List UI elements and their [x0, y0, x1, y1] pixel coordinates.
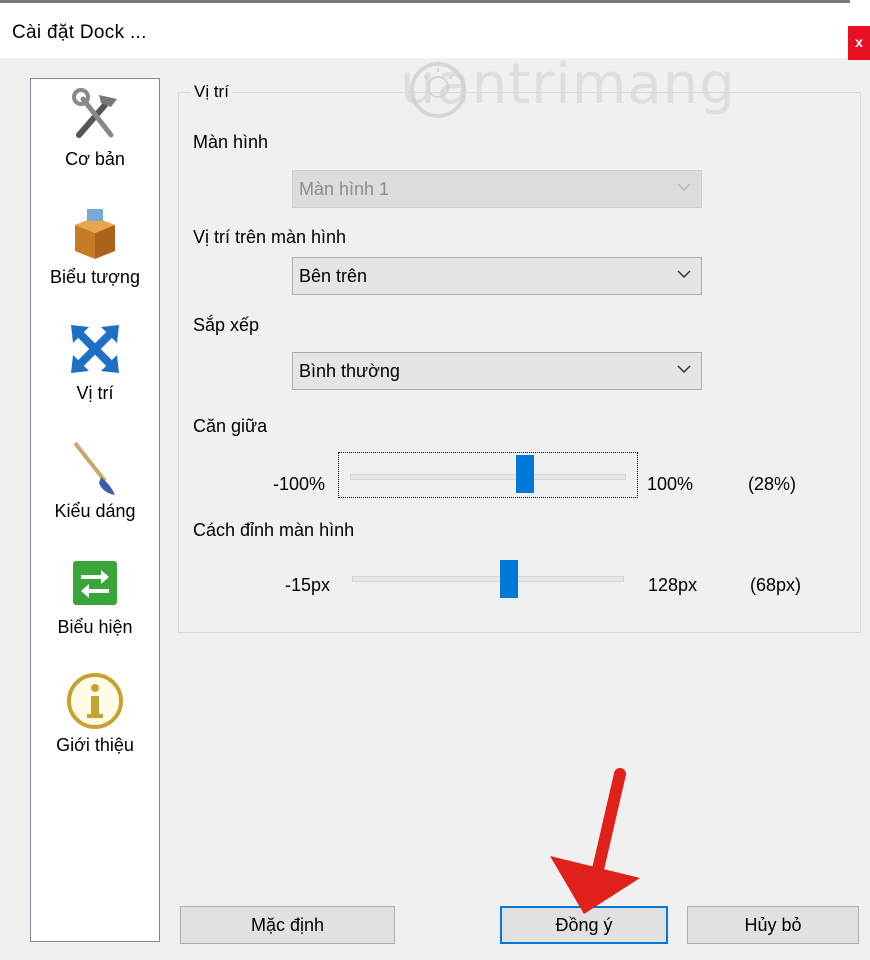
sidebar-item-about[interactable]: Giới thiệu — [31, 671, 159, 756]
switch-arrows-icon — [73, 561, 117, 605]
chevron-down-icon — [677, 365, 691, 374]
arrangement-select[interactable]: Bình thường — [292, 352, 702, 390]
chevron-down-icon — [677, 270, 691, 279]
group-title: Vị trí — [191, 82, 232, 102]
monitor-select: Màn hình 1 — [292, 170, 702, 208]
sidebar-item-basic[interactable]: Cơ bản — [31, 85, 159, 170]
window-title: Cài đặt Dock ... — [12, 22, 147, 43]
centering-value: (28%) — [748, 474, 797, 494]
centering-min: -100% — [273, 474, 326, 494]
annotation-arrow — [550, 768, 640, 914]
sidebar-item-behavior[interactable]: Biểu hiện — [31, 553, 159, 638]
monitor-value: Màn hình 1 — [299, 179, 390, 199]
screen-position-label: Vị trí trên màn hình — [193, 227, 347, 247]
move-arrows-icon — [71, 325, 119, 373]
screen-position-select[interactable]: Bên trên — [292, 257, 702, 295]
sidebar-item-label: Cơ bản — [65, 149, 125, 169]
edge-distance-label: Cách đỉnh màn hình — [193, 520, 355, 540]
sidebar-item-icons[interactable]: Biểu tượng — [31, 203, 159, 288]
centering-slider-thumb[interactable] — [516, 455, 535, 493]
default-button[interactable]: Mặc định — [180, 906, 395, 944]
info-icon — [67, 673, 123, 729]
edge-distance-slider-thumb[interactable] — [499, 560, 518, 598]
edge-distance-min: -15px — [285, 575, 331, 595]
settings-sidebar: Cơ bản Biểu tượng Vị trí Kiểu dáng Biểu … — [30, 78, 160, 942]
sidebar-item-position[interactable]: Vị trí — [31, 319, 159, 404]
close-button[interactable]: x — [848, 26, 870, 60]
sidebar-item-label: Biểu hiện — [57, 617, 133, 637]
centering-max: 100% — [647, 474, 694, 494]
centering-track — [350, 474, 626, 480]
sidebar-item-label: Vị trí — [76, 383, 114, 403]
box-icon — [75, 209, 115, 259]
edge-distance-max: 128px — [648, 575, 698, 595]
arrangement-value: Bình thường — [299, 361, 400, 381]
chevron-down-icon — [677, 183, 691, 192]
arrangement-label: Sắp xếp — [193, 315, 260, 335]
sidebar-item-label: Giới thiệu — [56, 735, 134, 755]
tools-icon — [72, 88, 117, 138]
edge-distance-value: (68px) — [750, 575, 802, 595]
title-bar: Cài đặt Dock ... x — [0, 8, 870, 60]
cancel-button[interactable]: Hủy bỏ — [687, 906, 859, 944]
centering-label: Căn giữa — [193, 416, 268, 436]
sidebar-item-label: Kiểu dáng — [54, 501, 136, 521]
screen-position-value: Bên trên — [299, 266, 368, 286]
sidebar-item-style[interactable]: Kiểu dáng — [31, 437, 159, 522]
sidebar-item-label: Biểu tượng — [50, 267, 140, 287]
window-top-edge — [0, 0, 870, 8]
monitor-label: Màn hình — [193, 132, 269, 152]
edge-distance-track — [352, 576, 624, 582]
brush-icon — [73, 441, 115, 495]
